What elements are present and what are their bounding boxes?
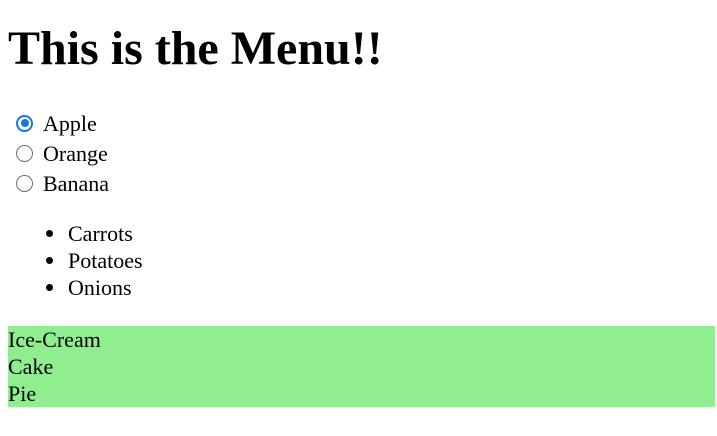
page-title: This is the Menu!! (8, 22, 383, 75)
list-item: Potatoes (28, 247, 143, 274)
menu-page: This is the Menu!! Apple Orange Banana C… (0, 0, 717, 436)
radio-button-orange[interactable] (16, 144, 33, 162)
bullet-icon (46, 257, 53, 264)
vegetable-list: Carrots Potatoes Onions (28, 220, 143, 301)
bullet-icon (46, 230, 53, 237)
fruit-radio-group: Apple Orange Banana (14, 108, 109, 198)
fruit-option-apple[interactable]: Apple (14, 108, 109, 138)
radio-label: Apple (43, 111, 97, 136)
list-item-label: Potatoes (68, 247, 143, 273)
dessert-item: Pie (8, 381, 37, 406)
bullet-icon (46, 284, 53, 291)
radio-label: Banana (43, 171, 109, 196)
dessert-panel: Ice-Cream Cake Pie (8, 326, 715, 407)
list-item: Carrots (28, 220, 143, 247)
fruit-option-banana[interactable]: Banana (14, 168, 109, 198)
list-item-label: Onions (68, 274, 132, 300)
radio-button-apple[interactable] (16, 114, 33, 132)
fruit-option-orange[interactable]: Orange (14, 138, 109, 168)
list-item-label: Carrots (68, 220, 133, 246)
radio-label: Orange (43, 141, 108, 166)
radio-button-banana[interactable] (16, 174, 33, 192)
dessert-item: Cake (8, 354, 54, 379)
dessert-item: Ice-Cream (8, 327, 101, 352)
list-item: Onions (28, 274, 143, 301)
